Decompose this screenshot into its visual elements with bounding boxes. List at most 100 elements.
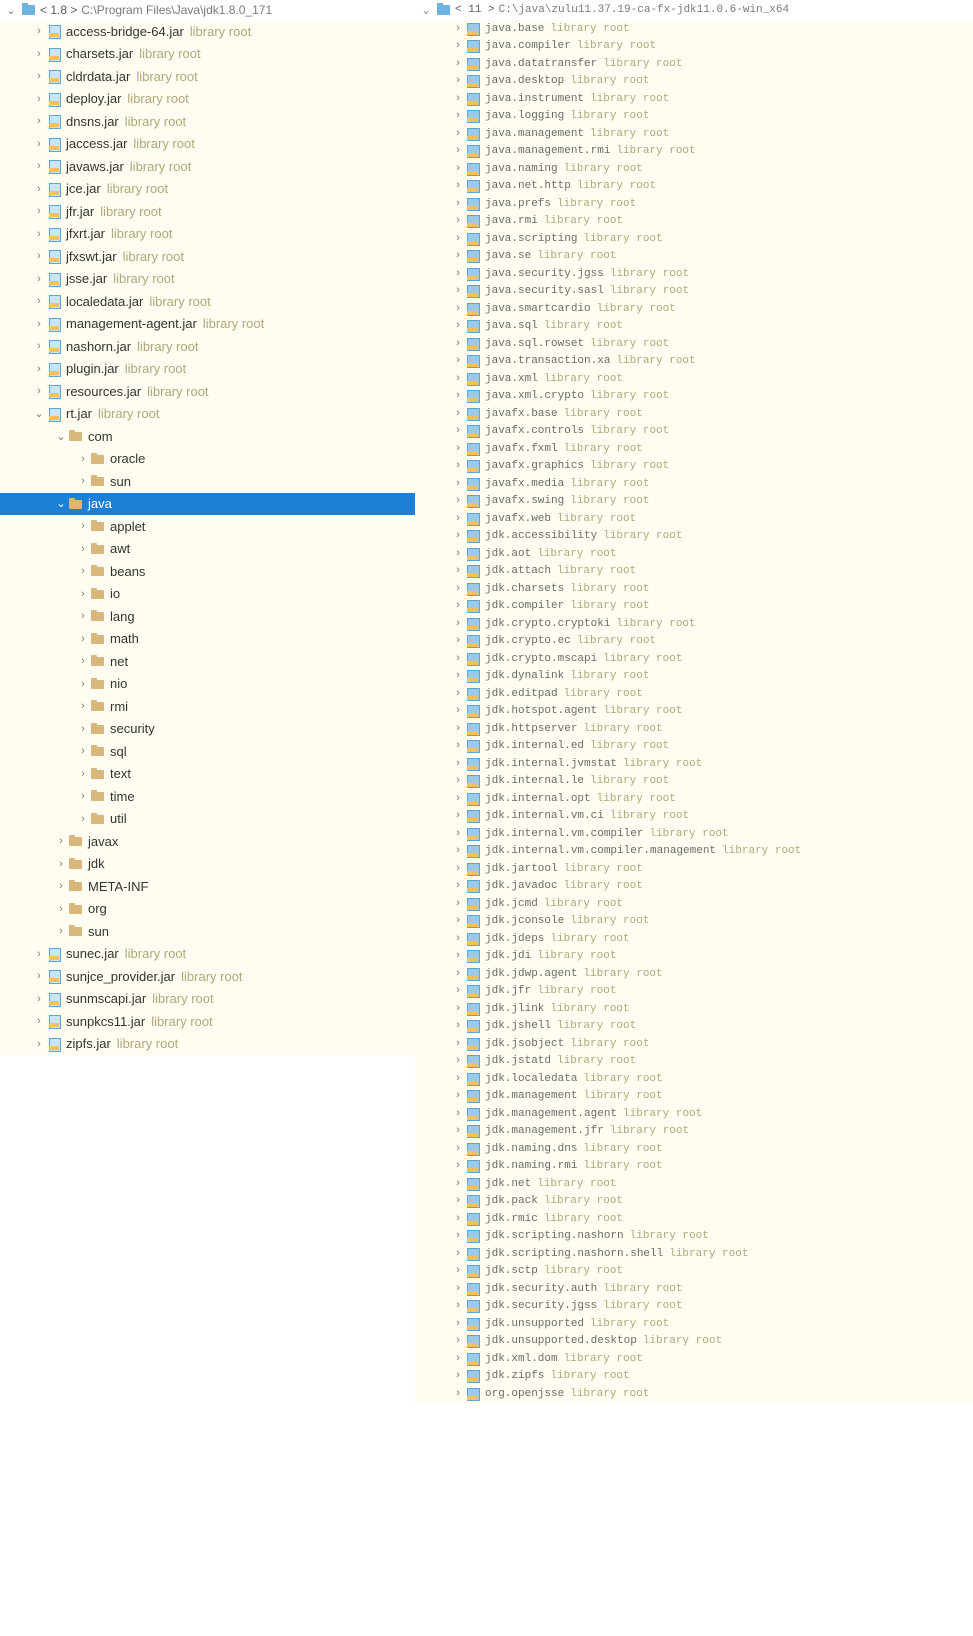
chevron-right-icon[interactable]: › [451, 723, 465, 735]
chevron-right-icon[interactable]: › [451, 180, 465, 192]
tree-node[interactable]: ›java.net.httplibrary root [415, 178, 973, 196]
chevron-right-icon[interactable]: › [76, 475, 90, 487]
chevron-right-icon[interactable]: › [451, 968, 465, 980]
tree-node[interactable]: ›jdk.jartoollibrary root [415, 860, 973, 878]
tree-node[interactable]: ›META-INF [0, 875, 415, 898]
tree-node[interactable]: ›dnsns.jarlibrary root [0, 110, 415, 133]
chevron-right-icon[interactable]: › [451, 390, 465, 402]
tree-node[interactable]: ⌄rt.jarlibrary root [0, 403, 415, 426]
tree-node[interactable]: ›java.logginglibrary root [415, 108, 973, 126]
tree-node[interactable]: ⌄java [0, 493, 415, 516]
tree-node[interactable]: ›zipfs.jarlibrary root [0, 1033, 415, 1056]
tree-node[interactable]: ›resources.jarlibrary root [0, 380, 415, 403]
tree-node[interactable]: ›javafx.baselibrary root [415, 405, 973, 423]
chevron-right-icon[interactable]: › [54, 880, 68, 892]
tree-node[interactable]: ›java.desktoplibrary root [415, 73, 973, 91]
chevron-right-icon[interactable]: › [32, 295, 46, 307]
chevron-right-icon[interactable]: › [451, 250, 465, 262]
chevron-right-icon[interactable]: › [451, 688, 465, 700]
tree-node[interactable]: ›jdk.crypto.cryptokilibrary root [415, 615, 973, 633]
tree-node[interactable]: ›javaws.jarlibrary root [0, 155, 415, 178]
chevron-right-icon[interactable]: › [76, 610, 90, 622]
tree-node[interactable]: ›jdk.unsupportedlibrary root [415, 1315, 973, 1333]
chevron-right-icon[interactable]: › [76, 543, 90, 555]
tree-node[interactable]: ›jdk.editpadlibrary root [415, 685, 973, 703]
chevron-right-icon[interactable]: › [451, 145, 465, 157]
tree-node[interactable]: ›jdk.internal.vm.compilerlibrary root [415, 825, 973, 843]
tree-node[interactable]: ›management-agent.jarlibrary root [0, 313, 415, 336]
left-tree[interactable]: ›access-bridge-64.jarlibrary root›charse… [0, 20, 415, 1055]
tree-node[interactable]: ›jdk.dynalinklibrary root [415, 668, 973, 686]
chevron-right-icon[interactable]: › [451, 1213, 465, 1225]
tree-node[interactable]: ›access-bridge-64.jarlibrary root [0, 20, 415, 43]
chevron-right-icon[interactable]: › [451, 1283, 465, 1295]
chevron-right-icon[interactable]: › [451, 583, 465, 595]
chevron-right-icon[interactable]: › [451, 1300, 465, 1312]
chevron-right-icon[interactable]: › [32, 340, 46, 352]
chevron-right-icon[interactable]: › [54, 903, 68, 915]
chevron-right-icon[interactable]: › [451, 163, 465, 175]
tree-node[interactable]: ›jfxswt.jarlibrary root [0, 245, 415, 268]
tree-node[interactable]: ›java.xmllibrary root [415, 370, 973, 388]
tree-node[interactable]: ›sunpkcs11.jarlibrary root [0, 1010, 415, 1033]
tree-node[interactable]: ›jdk.jlinklibrary root [415, 1000, 973, 1018]
tree-node[interactable]: ›jce.jarlibrary root [0, 178, 415, 201]
tree-node[interactable]: ›java.sqllibrary root [415, 318, 973, 336]
chevron-right-icon[interactable]: › [54, 858, 68, 870]
chevron-right-icon[interactable]: › [32, 1015, 46, 1027]
tree-node[interactable]: ›security [0, 718, 415, 741]
tree-node[interactable]: ›jdk.security.authlibrary root [415, 1280, 973, 1298]
tree-node[interactable]: ›jdk.jcmdlibrary root [415, 895, 973, 913]
tree-node[interactable]: ›jdk.charsetslibrary root [415, 580, 973, 598]
tree-node[interactable]: ›jdk.internal.edlibrary root [415, 738, 973, 756]
tree-node[interactable]: ›oracle [0, 448, 415, 471]
chevron-right-icon[interactable]: › [451, 985, 465, 997]
tree-node[interactable]: ›jdk.xml.domlibrary root [415, 1350, 973, 1368]
chevron-right-icon[interactable]: › [451, 915, 465, 927]
chevron-right-icon[interactable]: › [451, 1073, 465, 1085]
tree-node[interactable]: ›math [0, 628, 415, 651]
chevron-right-icon[interactable]: › [451, 198, 465, 210]
tree-node[interactable]: ›java.sql.rowsetlibrary root [415, 335, 973, 353]
tree-node[interactable]: ›javafx.graphicslibrary root [415, 458, 973, 476]
chevron-right-icon[interactable]: › [76, 588, 90, 600]
tree-node[interactable]: ›sunjce_provider.jarlibrary root [0, 965, 415, 988]
tree-node[interactable]: ›beans [0, 560, 415, 583]
chevron-right-icon[interactable]: › [451, 740, 465, 752]
chevron-right-icon[interactable]: › [32, 993, 46, 1005]
chevron-right-icon[interactable]: › [451, 93, 465, 105]
tree-node[interactable]: ›jdk.internal.jvmstatlibrary root [415, 755, 973, 773]
chevron-right-icon[interactable]: › [32, 48, 46, 60]
chevron-right-icon[interactable]: › [451, 23, 465, 35]
chevron-right-icon[interactable]: › [451, 110, 465, 122]
tree-node[interactable]: ›sunec.jarlibrary root [0, 943, 415, 966]
chevron-right-icon[interactable]: › [32, 948, 46, 960]
right-tree[interactable]: ›java.baselibrary root›java.compilerlibr… [415, 20, 973, 1403]
chevron-right-icon[interactable]: › [32, 183, 46, 195]
chevron-right-icon[interactable]: › [451, 408, 465, 420]
chevron-right-icon[interactable]: › [451, 950, 465, 962]
tree-node[interactable]: ›javax [0, 830, 415, 853]
tree-node[interactable]: ›javafx.swinglibrary root [415, 493, 973, 511]
tree-node[interactable]: ›jdk.packlibrary root [415, 1193, 973, 1211]
chevron-right-icon[interactable]: › [32, 93, 46, 105]
tree-node[interactable]: ›deploy.jarlibrary root [0, 88, 415, 111]
collapse-icon[interactable]: ⌄ [4, 4, 18, 17]
chevron-right-icon[interactable]: › [451, 670, 465, 682]
tree-node[interactable]: ›jdk.naming.dnslibrary root [415, 1140, 973, 1158]
chevron-right-icon[interactable]: › [451, 1318, 465, 1330]
tree-node[interactable]: ›jdk.management.agentlibrary root [415, 1105, 973, 1123]
tree-node[interactable]: ›jdk.jfrlibrary root [415, 983, 973, 1001]
chevron-right-icon[interactable]: › [451, 933, 465, 945]
chevron-right-icon[interactable]: › [76, 723, 90, 735]
chevron-right-icon[interactable]: › [451, 758, 465, 770]
tree-node[interactable]: ›java.managementlibrary root [415, 125, 973, 143]
chevron-right-icon[interactable]: › [451, 863, 465, 875]
chevron-right-icon[interactable]: › [451, 268, 465, 280]
tree-node[interactable]: ›localedata.jarlibrary root [0, 290, 415, 313]
chevron-right-icon[interactable]: › [451, 565, 465, 577]
chevron-right-icon[interactable]: › [32, 1038, 46, 1050]
tree-node[interactable]: ›javafx.medialibrary root [415, 475, 973, 493]
chevron-down-icon[interactable]: ⌄ [54, 430, 68, 443]
tree-node[interactable]: ›java.baselibrary root [415, 20, 973, 38]
